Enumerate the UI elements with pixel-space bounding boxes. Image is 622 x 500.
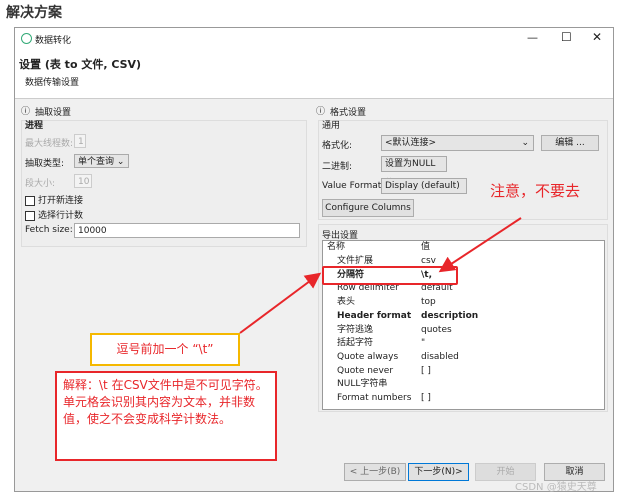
arrow-icon bbox=[438, 217, 522, 273]
arrows-overlay bbox=[239, 217, 522, 334]
arrow-icon bbox=[239, 272, 322, 334]
